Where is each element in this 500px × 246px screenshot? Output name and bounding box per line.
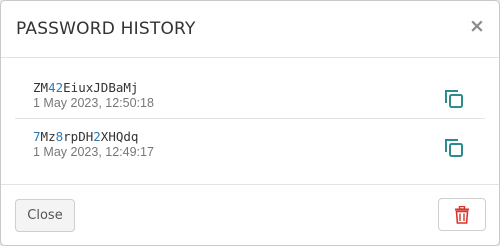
password-history-list: ZM42EiuxJDBaMj 1 May 2023, 12:50:18 7Mz8… [15,58,485,184]
copy-icon [445,138,463,157]
dialog-header: PASSWORD HISTORY × [1,1,499,58]
close-button[interactable]: Close [15,199,75,232]
copy-button[interactable] [441,87,467,113]
list-item: 7Mz8rpDH2XHQdq 1 May 2023, 12:49:17 [15,119,485,179]
trash-icon [455,205,469,224]
copy-button[interactable] [441,136,467,162]
dialog-footer: Close [1,184,499,245]
password-timestamp: 1 May 2023, 12:50:18 [33,96,154,110]
copy-icon [445,89,463,108]
delete-history-button[interactable] [438,198,486,231]
list-item: ZM42EiuxJDBaMj 1 May 2023, 12:50:18 [15,58,485,119]
password-value[interactable]: ZM42EiuxJDBaMj [33,80,138,95]
password-history-dialog: PASSWORD HISTORY × ZM42EiuxJDBaMj 1 May … [0,0,500,246]
dialog-title: PASSWORD HISTORY [16,19,196,39]
close-icon[interactable]: × [467,15,487,37]
password-value[interactable]: 7Mz8rpDH2XHQdq [33,129,138,144]
password-timestamp: 1 May 2023, 12:49:17 [33,145,154,159]
